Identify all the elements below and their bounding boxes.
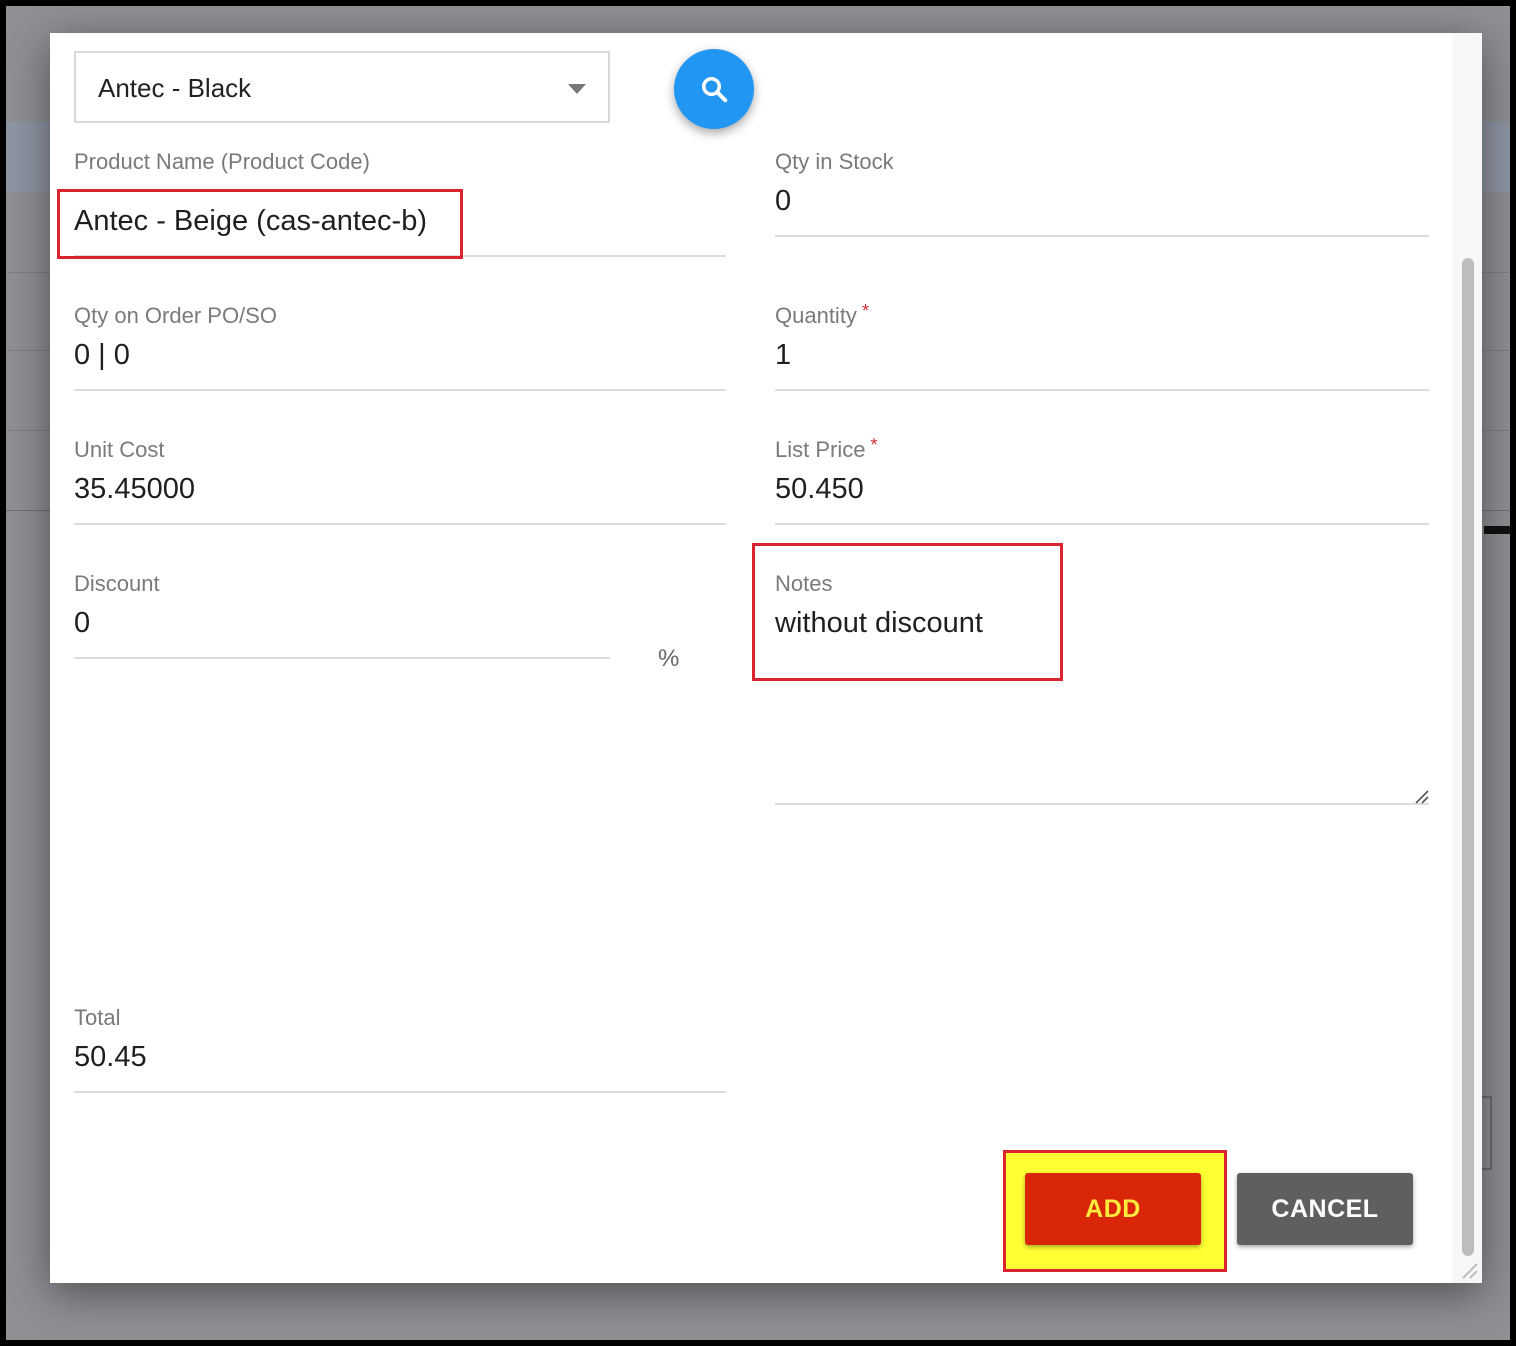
required-mark: * — [861, 301, 869, 321]
background-bar — [1484, 526, 1510, 534]
quantity-label: Quantity * — [775, 301, 869, 329]
product-name-label: Product Name (Product Code) — [74, 149, 370, 174]
unit-cost-label: Unit Cost — [74, 437, 165, 462]
chevron-down-icon — [568, 84, 586, 94]
qty-in-stock-field: Qty in Stock 0 — [775, 149, 1429, 239]
qty-in-stock-underline — [775, 235, 1429, 237]
list-price-field[interactable]: List Price * 50.450 — [775, 435, 1429, 527]
qty-on-order-field: Qty on Order PO/SO 0 | 0 — [74, 303, 726, 393]
quantity-underline — [775, 389, 1429, 391]
discount-field[interactable]: Discount 0 — [74, 571, 610, 661]
unit-cost-underline — [74, 523, 726, 525]
qty-in-stock-label: Qty in Stock — [775, 149, 894, 174]
qty-on-order-underline — [74, 389, 726, 391]
notes-underline — [775, 803, 1429, 805]
textarea-resize-icon[interactable] — [1406, 785, 1430, 805]
total-label: Total — [74, 1005, 121, 1030]
discount-underline — [74, 657, 610, 659]
qty-in-stock-value: 0 — [775, 185, 792, 217]
total-field: Total 50.45 — [74, 1005, 726, 1095]
discount-label: Discount — [74, 571, 160, 596]
qty-on-order-label: Qty on Order PO/SO — [74, 303, 277, 328]
list-price-value[interactable]: 50.450 — [775, 473, 864, 506]
discount-unit: % — [658, 645, 680, 672]
add-product-dialog: Antec - Black Product Name (Product Code… — [50, 33, 1482, 1283]
search-button[interactable] — [674, 49, 754, 129]
quantity-label-text: Quantity — [775, 303, 857, 328]
total-value: 50.45 — [74, 1041, 147, 1073]
product-name-highlight — [57, 189, 463, 259]
quantity-field[interactable]: Quantity * 1 — [775, 301, 1429, 393]
notes-highlight — [752, 543, 1063, 681]
required-mark: * — [870, 435, 878, 455]
discount-value[interactable]: 0 — [74, 607, 90, 640]
unit-cost-value: 35.45000 — [74, 473, 195, 505]
qty-on-order-value: 0 | 0 — [74, 339, 130, 371]
product-select[interactable]: Antec - Black — [74, 51, 610, 123]
cancel-button[interactable]: CANCEL — [1237, 1173, 1413, 1245]
product-select-value: Antec - Black — [98, 73, 252, 103]
list-price-underline — [775, 523, 1429, 525]
search-icon — [702, 77, 728, 103]
quantity-value[interactable]: 1 — [775, 339, 791, 372]
total-underline — [74, 1091, 726, 1093]
list-price-label: List Price * — [775, 435, 878, 463]
unit-cost-field: Unit Cost 35.45000 — [74, 437, 726, 527]
corner-resize-icon — [1462, 1263, 1478, 1279]
list-price-label-text: List Price — [775, 437, 866, 462]
scrollbar-thumb[interactable] — [1462, 258, 1474, 1256]
add-button[interactable]: ADD — [1025, 1173, 1201, 1245]
